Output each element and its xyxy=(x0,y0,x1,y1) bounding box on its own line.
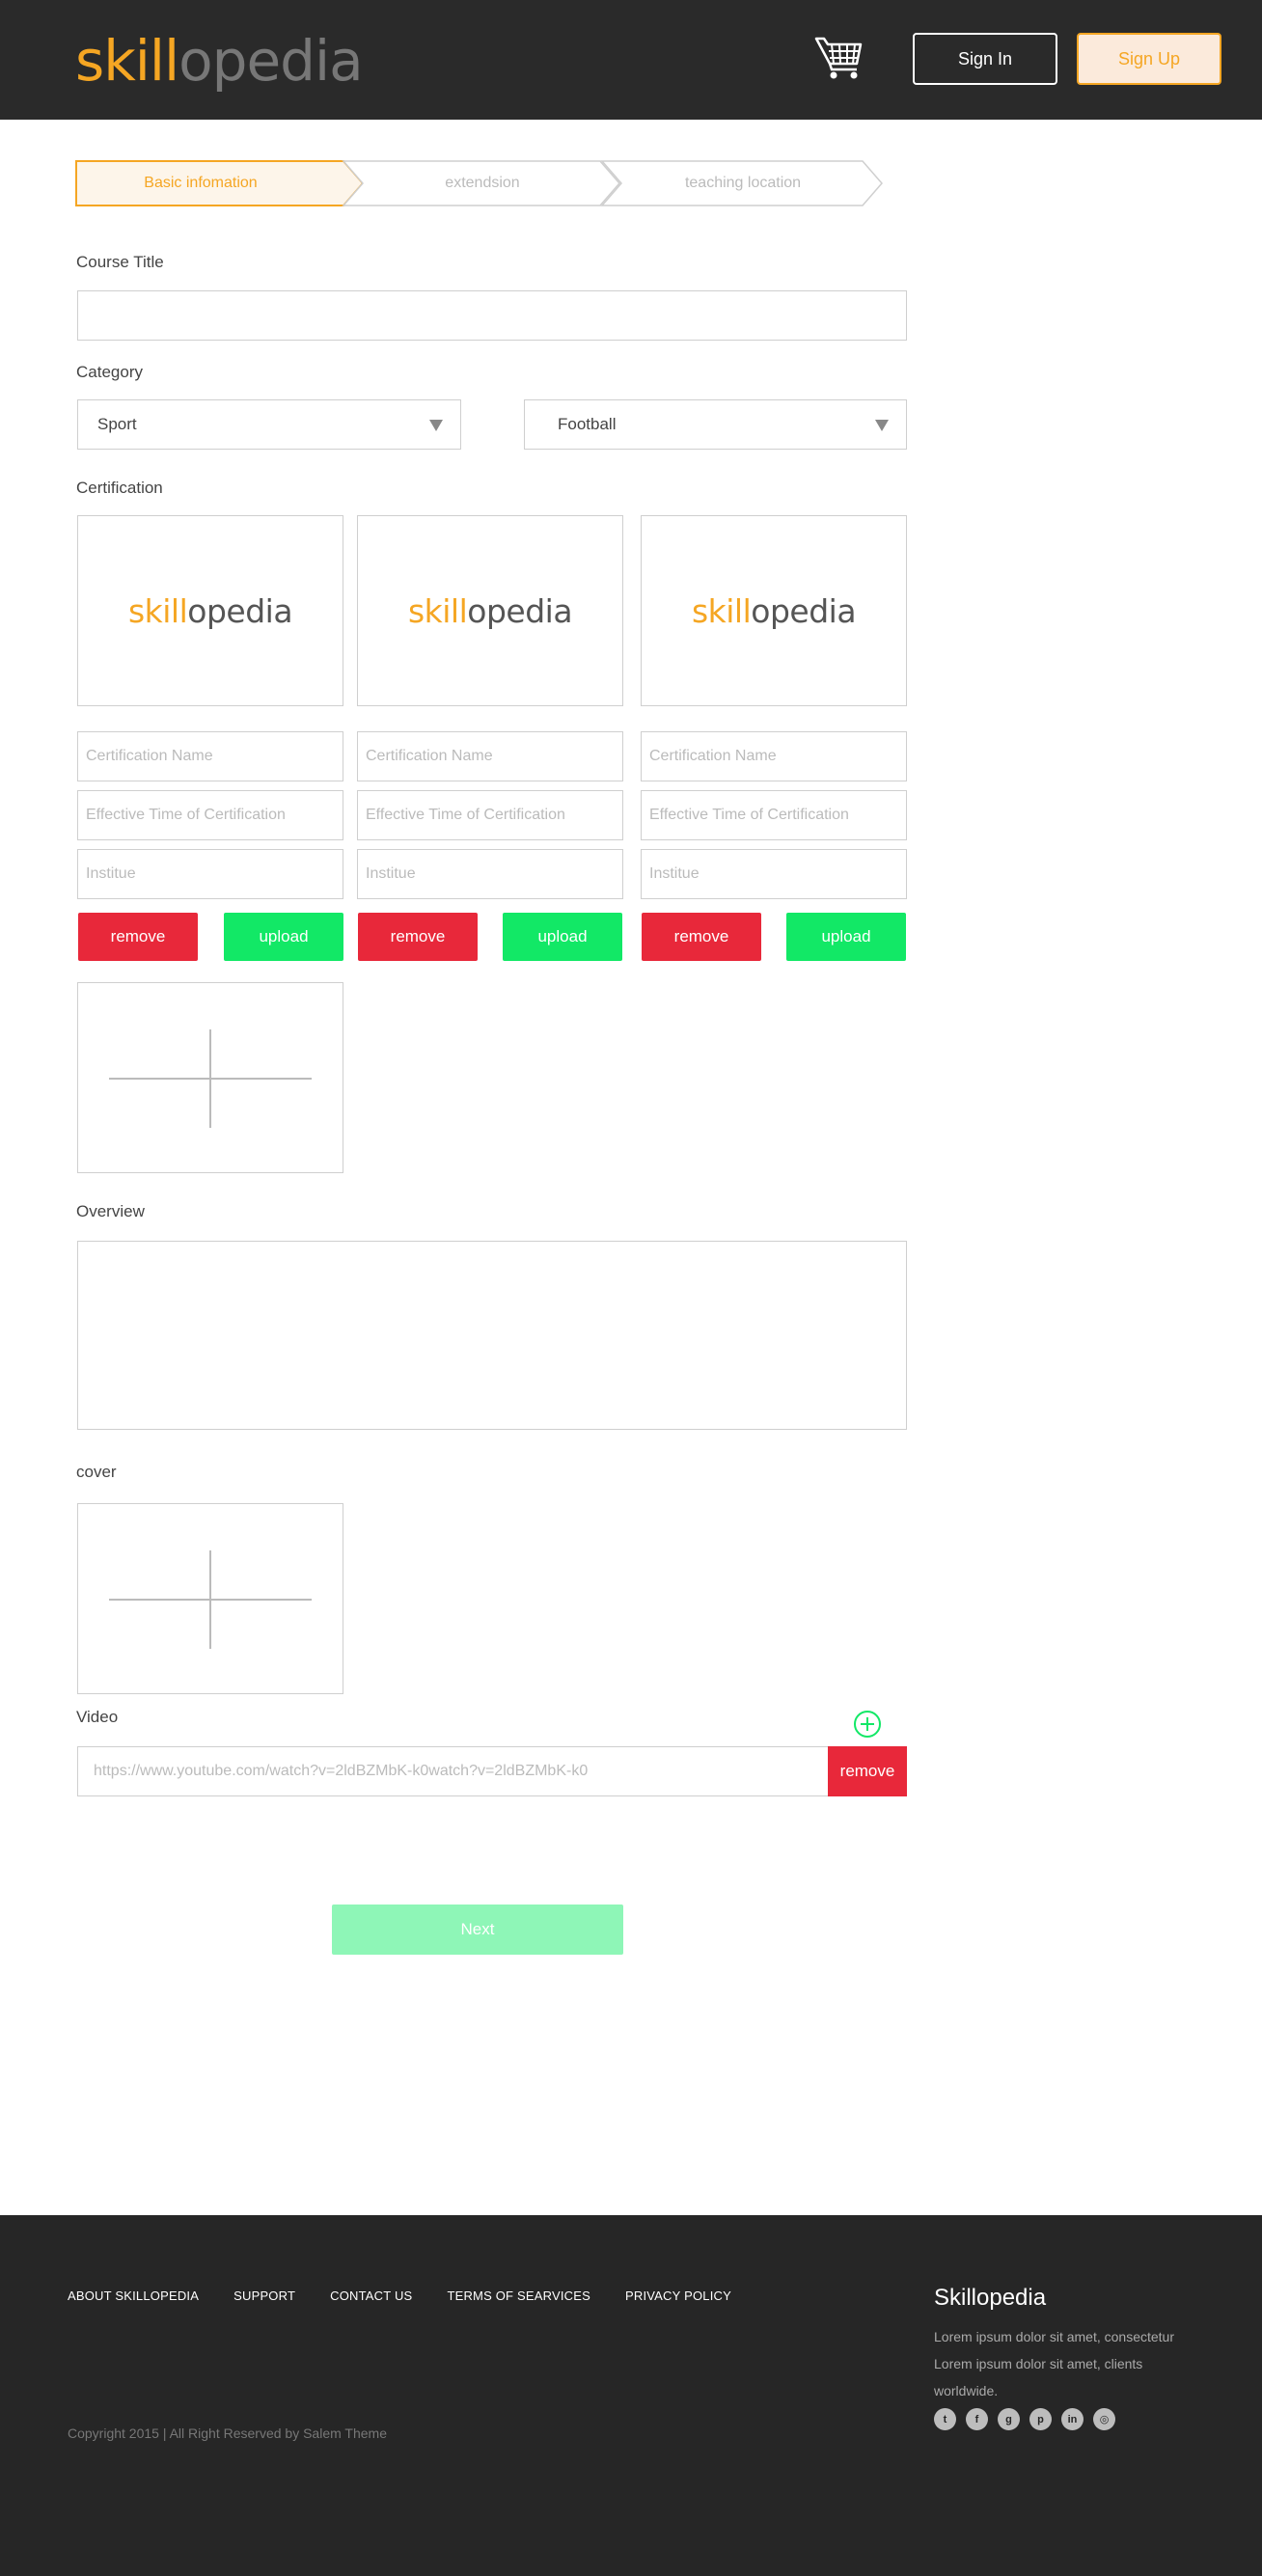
twitter-icon[interactable]: t xyxy=(934,2408,956,2430)
video-label: Video xyxy=(76,1708,119,1726)
add-video-icon[interactable] xyxy=(853,1710,882,1739)
step-basic-information[interactable]: Basic infomation xyxy=(75,160,365,206)
subcategory-select-value: Football xyxy=(558,415,617,433)
overview-textarea[interactable] xyxy=(77,1241,907,1430)
upload-button[interactable]: upload xyxy=(786,913,906,961)
institute-input[interactable]: Institue xyxy=(77,849,343,899)
logo-text-opedia: opedia xyxy=(178,28,363,94)
footer-link-contact[interactable]: CONTACT US xyxy=(330,2288,412,2303)
course-title-input[interactable] xyxy=(77,290,907,341)
category-select[interactable]: Sport xyxy=(77,399,461,450)
chevron-down-icon xyxy=(875,420,889,431)
step-teaching-location[interactable]: teaching location xyxy=(600,160,886,206)
remove-button[interactable]: remove xyxy=(642,913,761,961)
facebook-icon[interactable]: f xyxy=(966,2408,988,2430)
social-links: t f g p in ◎ xyxy=(934,2408,1125,2430)
subcategory-select[interactable]: Football xyxy=(524,399,907,450)
footer-brand-title: Skillopedia xyxy=(934,2285,1047,2311)
certification-label: Certification xyxy=(76,479,163,497)
footer-link-terms[interactable]: TERMS OF SEARVICES xyxy=(447,2288,590,2303)
certification-logo: skillopedia xyxy=(691,591,857,630)
cover-label: cover xyxy=(76,1463,117,1481)
add-certification-button[interactable] xyxy=(77,982,343,1173)
remove-video-button[interactable]: remove xyxy=(828,1746,907,1796)
pinterest-icon[interactable]: p xyxy=(1029,2408,1052,2430)
step-label: Basic infomation xyxy=(144,175,258,191)
footer-link-privacy[interactable]: PRIVACY POLICY xyxy=(625,2288,731,2303)
remove-button[interactable]: remove xyxy=(358,913,478,961)
certification-logo: skillopedia xyxy=(407,591,573,630)
google-plus-icon[interactable]: g xyxy=(998,2408,1020,2430)
category-select-value: Sport xyxy=(97,415,137,433)
step-label: teaching location xyxy=(684,175,802,191)
video-url-input[interactable]: https://www.youtube.com/watch?v=2ldBZMbK… xyxy=(77,1746,830,1796)
site-header: skillopedia Sign In Sign Up xyxy=(0,0,1262,120)
certification-time-input[interactable]: Effective Time of Certification xyxy=(641,790,907,840)
certification-image[interactable]: skillopedia xyxy=(357,515,623,706)
remove-button[interactable]: remove xyxy=(78,913,198,961)
footer-brand-description: Lorem ipsum dolor sit amet, consectetur … xyxy=(934,2329,1174,2398)
institute-input[interactable]: Institue xyxy=(357,849,623,899)
sign-up-button[interactable]: Sign Up xyxy=(1077,33,1221,85)
certification-image[interactable]: skillopedia xyxy=(77,515,343,706)
certification-time-input[interactable]: Effective Time of Certification xyxy=(77,790,343,840)
certification-name-input[interactable]: Certification Name xyxy=(641,731,907,781)
footer-link-about[interactable]: ABOUT SKILLOPEDIA xyxy=(68,2288,199,2303)
cart-icon[interactable] xyxy=(814,35,864,81)
footer-nav: ABOUT SKILLOPEDIA SUPPORT CONTACT US TER… xyxy=(68,2288,766,2303)
site-footer: ABOUT SKILLOPEDIA SUPPORT CONTACT US TER… xyxy=(0,2215,1262,2576)
logo[interactable]: skillopedia xyxy=(75,28,364,94)
institute-input[interactable]: Institue xyxy=(641,849,907,899)
linkedin-icon[interactable]: in xyxy=(1061,2408,1084,2430)
category-label: Category xyxy=(76,363,143,381)
upload-button[interactable]: upload xyxy=(224,913,343,961)
step-label: extendsion xyxy=(445,175,520,191)
step-extension[interactable]: extendsion xyxy=(342,160,623,206)
add-cover-button[interactable] xyxy=(77,1503,343,1694)
chevron-down-icon xyxy=(429,420,443,431)
dribbble-icon[interactable]: ◎ xyxy=(1093,2408,1115,2430)
certification-logo: skillopedia xyxy=(127,591,293,630)
upload-button[interactable]: upload xyxy=(503,913,622,961)
certification-time-input[interactable]: Effective Time of Certification xyxy=(357,790,623,840)
progress-steps: Basic infomation extendsion teaching loc… xyxy=(75,160,886,206)
certification-name-input[interactable]: Certification Name xyxy=(357,731,623,781)
copyright-text: Copyright 2015 | All Right Reserved by S… xyxy=(68,2425,387,2441)
logo-text-skill: skill xyxy=(75,28,179,94)
overview-label: Overview xyxy=(76,1202,145,1220)
course-title-label: Course Title xyxy=(76,253,164,271)
next-button[interactable]: Next xyxy=(332,1905,623,1955)
footer-link-support[interactable]: SUPPORT xyxy=(233,2288,295,2303)
sign-in-button[interactable]: Sign In xyxy=(913,33,1057,85)
certification-image[interactable]: skillopedia xyxy=(641,515,907,706)
certification-name-input[interactable]: Certification Name xyxy=(77,731,343,781)
